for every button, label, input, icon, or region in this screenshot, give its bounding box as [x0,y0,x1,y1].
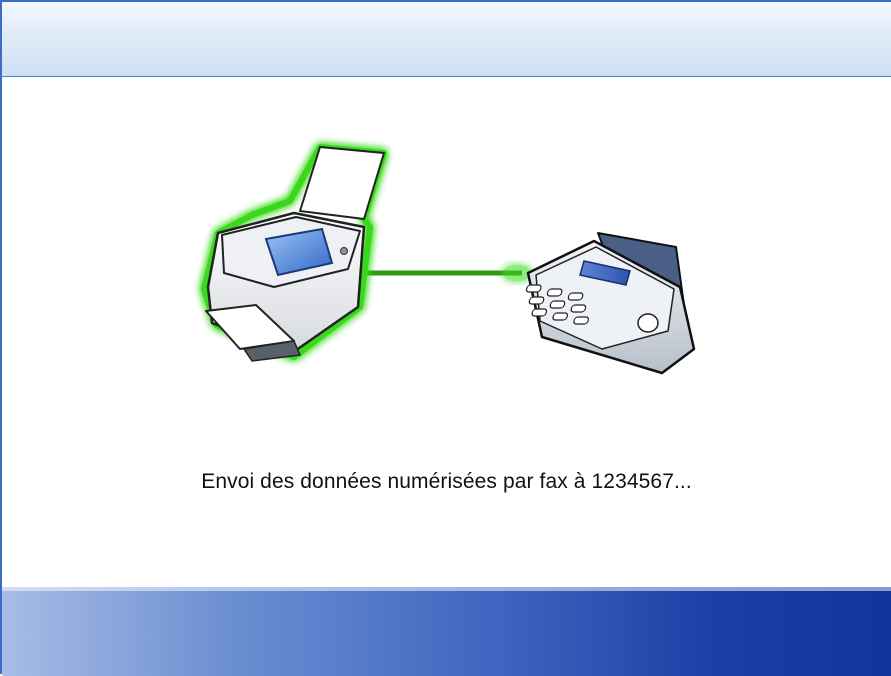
footer-bar [2,587,891,676]
connection-line [352,265,531,281]
scanner-icon [201,144,387,362]
scan-to-fax-illustration [201,144,696,375]
header-bar [2,2,891,77]
status-message: Envoi des données numérisées par fax à 1… [201,470,692,493]
fax-send-progress-window: Envoi des données numérisées par fax à 1… [0,0,891,676]
fax-machine-icon [525,232,696,375]
content-area: Envoi des données numérisées par fax à 1… [2,77,891,587]
